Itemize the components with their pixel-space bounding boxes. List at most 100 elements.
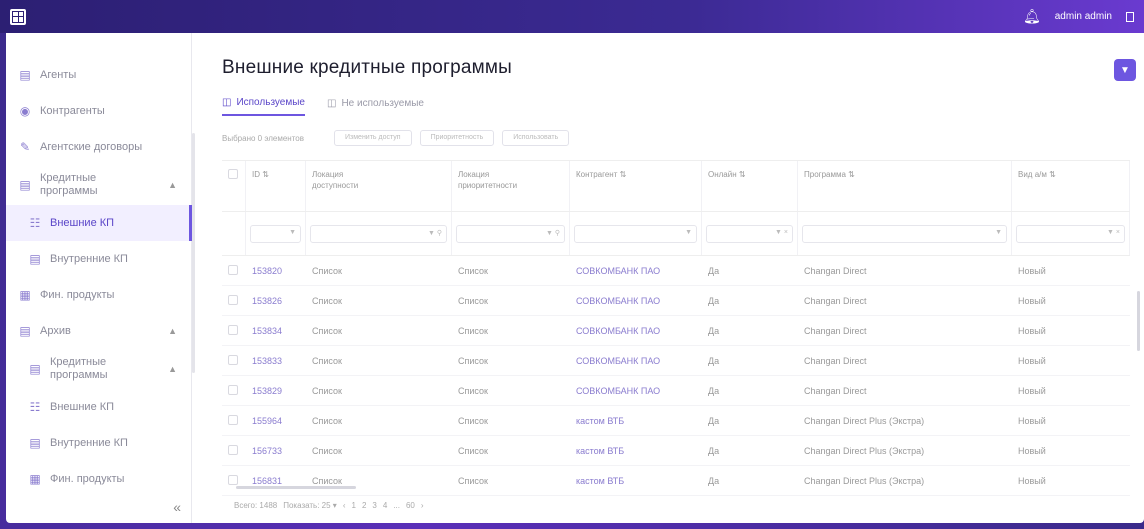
selected-count: Выбрано 0 элементов: [222, 133, 304, 143]
row-checkbox[interactable]: [222, 414, 246, 427]
row-id-link[interactable]: 156733: [246, 446, 306, 456]
program-filter[interactable]: ▼: [802, 224, 1007, 243]
change-access-button[interactable]: Изменить доступ: [334, 130, 412, 146]
collapse-sidebar-icon[interactable]: «: [173, 499, 181, 515]
row-counterparty-link[interactable]: СОВКОМБАНК ПАО: [570, 266, 702, 276]
table-row[interactable]: 156733 Список Список кастом ВТБ Да Changan Di…: [222, 436, 1130, 466]
sidebar-item-internal-kp[interactable]: ▤ Внутренние КП: [6, 241, 191, 277]
row-availability: Список: [312, 475, 342, 486]
page-3[interactable]: 3: [372, 501, 376, 510]
sidebar-item-archive-external-kp[interactable]: ☷ Внешние КП: [6, 389, 191, 425]
row-id-link[interactable]: 153834: [246, 326, 306, 336]
row-availability: Список: [312, 265, 342, 276]
next-page-icon[interactable]: ›: [421, 501, 424, 510]
select-all-checkbox[interactable]: [222, 161, 246, 211]
row-program: Changan Direct Plus (Экстра): [804, 475, 925, 486]
app-window: ▤ Агенты ◉ Контрагенты ✎ Агентские догов…: [6, 33, 1144, 523]
priority-button[interactable]: Приоритетность: [419, 130, 495, 146]
row-counterparty-link[interactable]: СОВКОМБАНК ПАО: [570, 386, 702, 396]
app-logo-icon[interactable]: [10, 8, 26, 25]
row-counterparty-link[interactable]: кастом ВТБ: [570, 476, 702, 486]
sidebar-item-credit-programs[interactable]: ▤ Кредитные программы ▲: [6, 165, 191, 205]
row-online: Да: [708, 475, 720, 486]
row-priority: Список: [458, 295, 488, 306]
table-row[interactable]: 156831 Список Список кастом ВТБ Да Changan Di…: [222, 466, 1130, 496]
table-row[interactable]: 153834 Список Список СОВКОМБАНК ПАО Да Changa…: [222, 316, 1130, 346]
id-filter[interactable]: ▼: [250, 224, 301, 243]
row-counterparty-link[interactable]: СОВКОМБАНК ПАО: [570, 356, 702, 366]
horizontal-scrollbar[interactable]: [236, 486, 356, 489]
row-checkbox[interactable]: [222, 294, 246, 307]
row-counterparty-link[interactable]: кастом ВТБ: [570, 446, 702, 456]
sidebar-item-counterparties[interactable]: ◉ Контрагенты: [6, 93, 191, 129]
header-availability-location[interactable]: Локация доступности: [306, 161, 452, 211]
header-program[interactable]: Программа ⇅: [798, 161, 1012, 211]
priority-filter[interactable]: ▼ ⚲: [456, 224, 565, 243]
page-last[interactable]: 60: [406, 501, 415, 510]
row-online: Да: [708, 325, 720, 336]
row-checkbox[interactable]: [222, 354, 246, 367]
row-id-link[interactable]: 153829: [246, 386, 306, 396]
bell-icon[interactable]: 🔔︎: [1023, 8, 1041, 25]
header-vehicle-type[interactable]: Вид а/м ⇅: [1012, 161, 1130, 211]
people-icon: ◉: [19, 104, 31, 118]
user-name[interactable]: admin admin: [1055, 11, 1112, 22]
table-row[interactable]: 153826 Список Список СОВКОМБАНК ПАО Да Changa…: [222, 286, 1130, 316]
row-counterparty-link[interactable]: кастом ВТБ: [570, 416, 702, 426]
row-id-link[interactable]: 153820: [246, 266, 306, 276]
sidebar-item-archive-fin-products[interactable]: ▦ Фин. продукты: [6, 461, 191, 497]
row-counterparty-link[interactable]: СОВКОМБАНК ПАО: [570, 296, 702, 306]
header-priority-location[interactable]: Локация приоритетности: [452, 161, 570, 211]
archive-icon: ▤: [19, 324, 31, 338]
sidebar-item-archive-credit-programs[interactable]: ▤ Кредитные программы ▲: [6, 349, 191, 389]
sidebar-item-fin-products[interactable]: ▦ Фин. продукты: [6, 277, 191, 313]
tab-unused[interactable]: ◫ Не используемые: [327, 97, 424, 116]
sidebar-item-archive-internal-kp[interactable]: ▤ Внутренние КП: [6, 425, 191, 461]
tab-label: Не используемые: [341, 98, 424, 109]
tab-used[interactable]: ◫ Используемые: [222, 97, 305, 116]
row-checkbox[interactable]: [222, 444, 246, 457]
chevron-up-icon: ▲: [168, 179, 177, 190]
online-filter[interactable]: ▼ ×: [706, 224, 793, 243]
row-id-link[interactable]: 155964: [246, 416, 306, 426]
prev-page-icon[interactable]: ‹: [343, 501, 346, 510]
row-checkbox[interactable]: [222, 264, 246, 277]
row-availability: Список: [312, 415, 342, 426]
row-vehicle-type: Новый: [1018, 445, 1046, 456]
row-availability: Список: [312, 445, 342, 456]
table-row[interactable]: 153820 Список Список СОВКОМБАНК ПАО Да Changa…: [222, 256, 1130, 286]
row-checkbox[interactable]: [222, 384, 246, 397]
header-counterparty[interactable]: Контрагент ⇅: [570, 161, 702, 211]
page-4[interactable]: 4: [383, 501, 387, 510]
sidebar: ▤ Агенты ◉ Контрагенты ✎ Агентские догов…: [6, 33, 195, 523]
vertical-scrollbar[interactable]: [1137, 291, 1140, 351]
vehicle-type-filter[interactable]: ▼ ×: [1016, 224, 1125, 243]
row-checkbox[interactable]: [222, 474, 246, 487]
table-row[interactable]: 153833 Список Список СОВКОМБАНК ПАО Да Changa…: [222, 346, 1130, 376]
copy-icon: ◫: [222, 97, 232, 108]
sidebar-item-archive[interactable]: ▤ Архив ▲: [6, 313, 191, 349]
table-row[interactable]: 155964 Список Список кастом ВТБ Да Changan Di…: [222, 406, 1130, 436]
row-id-link[interactable]: 153833: [246, 356, 306, 366]
table-row[interactable]: 153829 Список Список СОВКОМБАНК ПАО Да Changa…: [222, 376, 1130, 406]
page-2[interactable]: 2: [362, 501, 366, 510]
page-1[interactable]: 1: [352, 501, 356, 510]
availability-filter[interactable]: ▼ ⚲: [310, 224, 447, 243]
sidebar-item-agents[interactable]: ▤ Агенты: [6, 57, 191, 93]
row-id-link[interactable]: 153826: [246, 296, 306, 306]
card-icon: ▤: [29, 252, 41, 266]
row-online: Да: [708, 445, 720, 456]
sidebar-item-agent-contracts[interactable]: ✎ Агентские договоры: [6, 129, 191, 165]
row-checkbox[interactable]: [222, 324, 246, 337]
row-vehicle-type: Новый: [1018, 415, 1046, 426]
counterparty-filter[interactable]: ▼: [574, 224, 697, 243]
filter-button[interactable]: ▼: [1114, 59, 1136, 81]
header-online[interactable]: Онлайн ⇅: [702, 161, 798, 211]
use-button[interactable]: Использовать: [502, 130, 570, 146]
page-size-select[interactable]: Показать: 25 ▾: [283, 501, 337, 510]
row-counterparty-link[interactable]: СОВКОМБАНК ПАО: [570, 326, 702, 336]
row-id-link[interactable]: 156831: [246, 476, 306, 486]
sidebar-item-external-kp[interactable]: ☷ Внешние КП: [6, 205, 192, 241]
header-id[interactable]: ID ⇅: [246, 161, 306, 211]
logout-icon[interactable]: [1126, 11, 1134, 22]
